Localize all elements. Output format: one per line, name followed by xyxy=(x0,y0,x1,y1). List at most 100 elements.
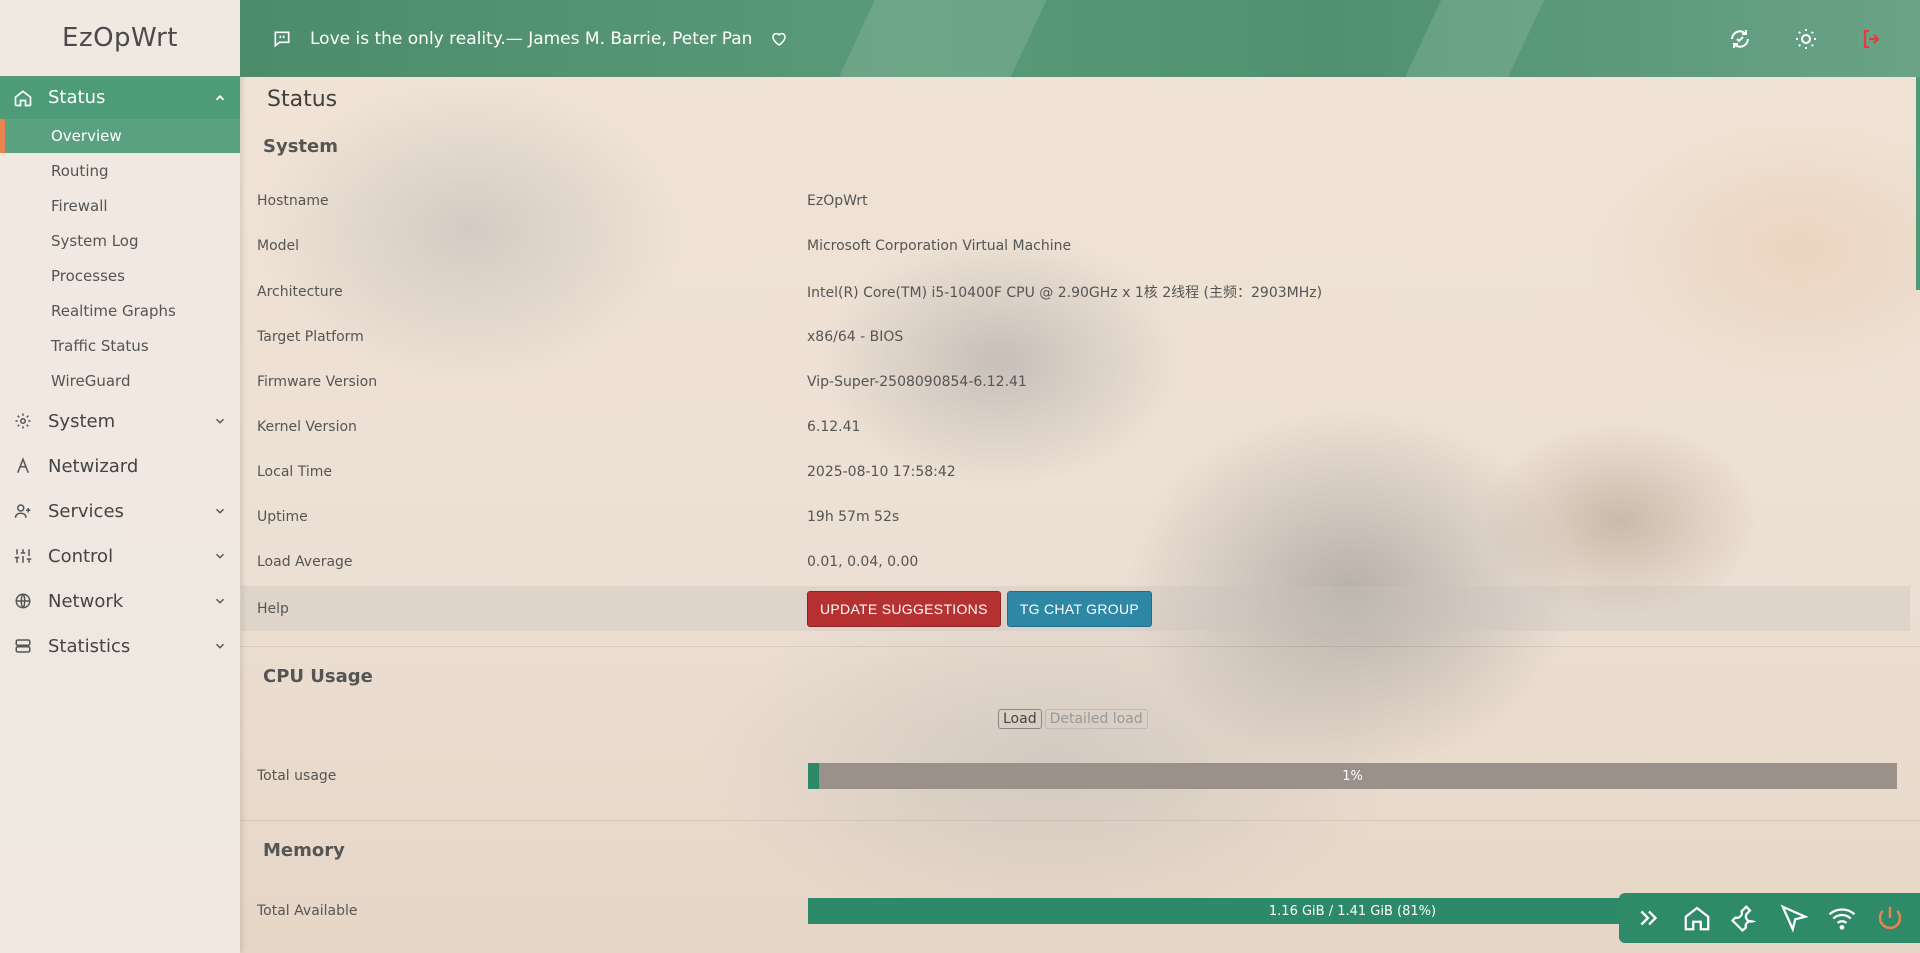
wifi-icon[interactable] xyxy=(1825,901,1859,935)
row-key: Kernel Version xyxy=(257,418,357,435)
row-value: Vip-Super-2508090854-6.12.41 xyxy=(807,373,1027,390)
section-title-memory: Memory xyxy=(263,840,345,861)
user-plus-icon xyxy=(12,500,34,522)
row-key: Local Time xyxy=(257,463,332,480)
cpu-tabs: Load Detailed load xyxy=(998,709,1148,729)
sidebar-item-overview[interactable]: Overview xyxy=(0,119,240,153)
tab-detailed-load[interactable]: Detailed load xyxy=(1044,709,1148,729)
chevron-down-icon xyxy=(212,638,228,654)
cpu-usage-fill xyxy=(808,763,819,789)
row-key: Architecture xyxy=(257,283,343,300)
row-value: x86/64 - BIOS xyxy=(807,328,904,345)
sidebar-group-label: Netwizard xyxy=(48,455,139,477)
row-key: Firmware Version xyxy=(257,373,378,390)
sidebar-item-processes[interactable]: Processes xyxy=(0,258,240,293)
sidebar-group-label: Statistics xyxy=(48,635,131,657)
message-icon xyxy=(272,29,292,49)
memory-available-fill xyxy=(808,898,1691,924)
top-header: Love is the only reality.— James M. Barr… xyxy=(240,0,1920,77)
page-title: Status xyxy=(267,87,338,112)
table-row: Architecture Intel(R) Core(TM) i5-10400F… xyxy=(241,269,1910,314)
memory-available-text: 1.16 GiB / 1.41 GiB (81%) xyxy=(1268,903,1437,919)
row-value: EzOpWrt xyxy=(807,192,868,209)
sidebar-group-label: Network xyxy=(48,590,124,612)
sidebar-item-system-log[interactable]: System Log xyxy=(0,223,240,258)
sidebar-group-network[interactable]: Network xyxy=(0,579,240,623)
row-key: Total usage xyxy=(257,767,337,784)
theme-sun-icon[interactable] xyxy=(1792,25,1820,53)
divider xyxy=(241,646,1920,647)
gear-icon xyxy=(12,410,34,432)
table-row: Kernel Version 6.12.41 xyxy=(241,404,1910,449)
chevron-down-icon xyxy=(212,413,228,429)
sidebar-item-routing[interactable]: Routing xyxy=(0,153,240,188)
row-value: 0.01, 0.04, 0.00 xyxy=(807,553,919,570)
section-title-system: System xyxy=(263,136,338,157)
double-chevron-right-icon[interactable] xyxy=(1632,901,1666,935)
sidebar-group-label: Status xyxy=(48,87,106,108)
chevron-up-icon xyxy=(212,90,228,106)
brand-logo[interactable]: EzOpWrt xyxy=(0,0,240,76)
table-row: Load Average 0.01, 0.04, 0.00 xyxy=(241,539,1910,584)
tg-chat-group-button[interactable]: TG CHAT GROUP xyxy=(1006,590,1153,627)
sidebar: EzOpWrt Status Overview Routing Firewall… xyxy=(0,0,240,953)
sidebar-item-traffic-status[interactable]: Traffic Status xyxy=(0,328,240,363)
header-tools xyxy=(1726,25,1920,53)
row-key: Uptime xyxy=(257,508,308,525)
chevron-down-icon xyxy=(212,503,228,519)
sidebar-group-label: Services xyxy=(48,500,124,522)
section-title-cpu: CPU Usage xyxy=(263,666,373,687)
cpu-usage-bar: 1% xyxy=(808,763,1897,789)
sidebar-group-services[interactable]: Services xyxy=(0,489,240,533)
row-key: Help xyxy=(257,600,289,617)
row-value: Intel(R) Core(TM) i5-10400F CPU @ 2.90GH… xyxy=(807,284,1323,301)
wrench-icon[interactable] xyxy=(1728,901,1762,935)
help-buttons: UPDATE SUGGESTIONS TG CHAT GROUP xyxy=(807,590,1158,627)
home-icon xyxy=(12,87,34,109)
sidebar-item-firewall[interactable]: Firewall xyxy=(0,188,240,223)
quote-banner: Love is the only reality.— James M. Barr… xyxy=(240,29,788,49)
table-row-help: Help UPDATE SUGGESTIONS TG CHAT GROUP xyxy=(241,586,1910,631)
sidebar-group-control[interactable]: Control xyxy=(0,534,240,578)
main-content: Status System Hostname EzOpWrt Model Mic… xyxy=(241,77,1920,953)
sidebar-group-system[interactable]: System xyxy=(0,399,240,443)
quote-text: Love is the only reality.— James M. Barr… xyxy=(310,28,753,49)
sidebar-item-realtime-graphs[interactable]: Realtime Graphs xyxy=(0,293,240,328)
server-icon xyxy=(12,635,34,657)
table-row: Model Microsoft Corporation Virtual Mach… xyxy=(241,223,1910,268)
power-icon[interactable] xyxy=(1873,901,1907,935)
wizard-icon xyxy=(12,455,34,477)
update-suggestions-button[interactable]: UPDATE SUGGESTIONS xyxy=(807,590,1001,627)
row-key: Target Platform xyxy=(257,328,364,345)
sidebar-group-label: Control xyxy=(48,545,114,567)
home-icon[interactable] xyxy=(1680,901,1714,935)
row-key: Model xyxy=(257,237,300,254)
sidebar-groups: System Netwizard Services Control Networ… xyxy=(0,399,240,668)
divider xyxy=(241,820,1920,821)
row-value: Microsoft Corporation Virtual Machine xyxy=(807,237,1072,254)
refresh-icon[interactable] xyxy=(1726,25,1754,53)
row-value: 2025-08-10 17:58:42 xyxy=(807,463,956,480)
globe-icon xyxy=(12,590,34,612)
tab-load[interactable]: Load xyxy=(998,709,1042,729)
sidebar-group-netwizard[interactable]: Netwizard xyxy=(0,444,240,488)
table-row: Hostname EzOpWrt xyxy=(241,178,1910,223)
row-value: 19h 57m 52s xyxy=(807,508,900,525)
row-key: Total Available xyxy=(257,902,358,919)
table-row: Local Time 2025-08-10 17:58:42 xyxy=(241,449,1910,494)
status-submenu: Overview Routing Firewall System Log Pro… xyxy=(0,119,240,398)
table-row: Firmware Version Vip-Super-2508090854-6.… xyxy=(241,359,1910,404)
heart-icon[interactable] xyxy=(770,30,788,48)
scrollbar-thumb[interactable] xyxy=(1916,77,1920,290)
sliders-icon xyxy=(12,545,34,567)
sidebar-group-label: System xyxy=(48,410,116,432)
send-icon[interactable] xyxy=(1777,901,1811,935)
sidebar-group-status[interactable]: Status xyxy=(0,76,240,119)
sidebar-item-wireguard[interactable]: WireGuard xyxy=(0,363,240,398)
sidebar-group-statistics[interactable]: Statistics xyxy=(0,624,240,668)
chevron-down-icon xyxy=(212,593,228,609)
logout-icon[interactable] xyxy=(1858,25,1886,53)
quick-dock xyxy=(1619,893,1920,943)
row-key: Load Average xyxy=(257,553,353,570)
table-row: Uptime 19h 57m 52s xyxy=(241,494,1910,539)
